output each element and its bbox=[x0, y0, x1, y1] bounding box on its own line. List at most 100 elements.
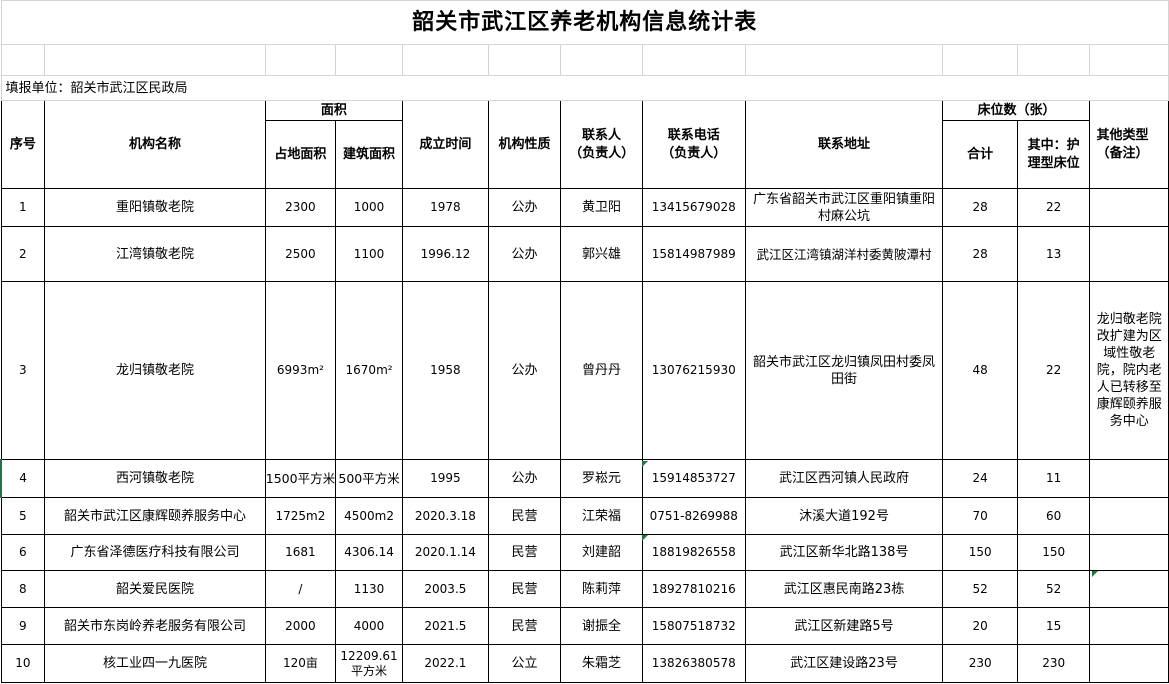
cell-founded[interactable]: 1995 bbox=[402, 459, 489, 498]
cell-nursing[interactable]: 60 bbox=[1016, 497, 1091, 535]
cell-address[interactable]: 武江区江湾镇湖洋村委黄陂潭村 bbox=[744, 226, 944, 282]
cell-seq[interactable]: 3 bbox=[0, 281, 46, 460]
cell-seq[interactable]: 5 bbox=[0, 497, 46, 535]
header-nature[interactable]: 机构性质 bbox=[487, 100, 562, 189]
cell-beds[interactable]: 48 bbox=[942, 281, 1018, 460]
cell-name[interactable]: 韶关爱民医院 bbox=[44, 570, 266, 608]
cell-seq[interactable]: 1 bbox=[0, 188, 46, 227]
cell-building[interactable]: 12209.61平方米 bbox=[335, 644, 404, 683]
header-beds-nursing[interactable]: 其中：护理型床位 bbox=[1016, 120, 1091, 189]
cell-land[interactable]: 1681 bbox=[264, 534, 337, 571]
cell-land[interactable]: / bbox=[264, 570, 337, 608]
cell-name[interactable]: 重阳镇敬老院 bbox=[44, 188, 266, 227]
cell-building[interactable]: 1100 bbox=[335, 226, 404, 282]
cell-beds[interactable]: 28 bbox=[942, 226, 1018, 282]
empty-cell[interactable] bbox=[641, 44, 746, 76]
cell-building[interactable]: 500平方米 bbox=[335, 459, 404, 498]
cell-nursing[interactable]: 15 bbox=[1016, 607, 1091, 645]
header-other[interactable]: 其他类型（备注） bbox=[1089, 100, 1169, 189]
cell-beds[interactable]: 20 bbox=[942, 607, 1018, 645]
cell-address[interactable]: 沐溪大道192号 bbox=[744, 497, 944, 535]
cell-land[interactable]: 2500 bbox=[264, 226, 337, 282]
cell-land[interactable]: 1725m2 bbox=[264, 497, 337, 535]
cell-founded[interactable]: 1996.12 bbox=[402, 226, 489, 282]
cell-seq[interactable]: 4 bbox=[0, 459, 46, 498]
cell-founded[interactable]: 2021.5 bbox=[402, 607, 489, 645]
cell-beds[interactable]: 52 bbox=[942, 570, 1018, 608]
cell-founded[interactable]: 2020.1.14 bbox=[402, 534, 489, 571]
cell-nature[interactable]: 公办 bbox=[487, 188, 562, 227]
header-land-area[interactable]: 占地面积 bbox=[264, 120, 337, 189]
cell-phone[interactable]: 15814987989 bbox=[641, 226, 746, 282]
cell-contact[interactable]: 黄卫阳 bbox=[560, 188, 643, 227]
cell-seq[interactable]: 9 bbox=[0, 607, 46, 645]
cell-note[interactable] bbox=[1089, 497, 1169, 535]
empty-cell[interactable] bbox=[487, 44, 562, 76]
cell-nature[interactable]: 民营 bbox=[487, 497, 562, 535]
cell-nursing[interactable]: 230 bbox=[1016, 644, 1091, 683]
cell-nature[interactable]: 民营 bbox=[487, 534, 562, 571]
cell-land[interactable]: 1500平方米 bbox=[264, 459, 337, 498]
cell-land[interactable]: 120亩 bbox=[264, 644, 337, 683]
cell-founded[interactable]: 1958 bbox=[402, 281, 489, 460]
cell-nursing[interactable]: 22 bbox=[1016, 188, 1091, 227]
cell-address[interactable]: 韶关市武江区龙归镇凤田村委凤田街 bbox=[744, 281, 944, 460]
reporting-unit[interactable]: 填报单位：韶关市武江区民政局 bbox=[0, 75, 1169, 101]
header-seq[interactable]: 序号 bbox=[0, 100, 46, 189]
cell-note[interactable] bbox=[1089, 226, 1169, 282]
cell-contact[interactable]: 谢振全 bbox=[560, 607, 643, 645]
empty-cell[interactable] bbox=[560, 44, 643, 76]
cell-building[interactable]: 1670m² bbox=[335, 281, 404, 460]
cell-name[interactable]: 西河镇敬老院 bbox=[44, 459, 266, 498]
empty-cell[interactable] bbox=[1016, 44, 1091, 76]
header-address[interactable]: 联系地址 bbox=[744, 100, 944, 189]
cell-beds[interactable]: 28 bbox=[942, 188, 1018, 227]
cell-nursing[interactable]: 150 bbox=[1016, 534, 1091, 571]
header-phone[interactable]: 联系电话（负责人） bbox=[641, 100, 746, 189]
header-contact[interactable]: 联系人（负责人） bbox=[560, 100, 643, 189]
cell-beds[interactable]: 230 bbox=[942, 644, 1018, 683]
comment-marker-icon[interactable] bbox=[642, 535, 648, 541]
cell-phone[interactable]: 13826380578 bbox=[641, 644, 746, 683]
cell-note[interactable] bbox=[1089, 534, 1169, 571]
cell-name[interactable]: 江湾镇敬老院 bbox=[44, 226, 266, 282]
cell-building[interactable]: 4306.14 bbox=[335, 534, 404, 571]
cell-building[interactable]: 1130 bbox=[335, 570, 404, 608]
cell-beds[interactable]: 150 bbox=[942, 534, 1018, 571]
empty-cell[interactable] bbox=[335, 44, 404, 76]
cell-nature[interactable]: 民营 bbox=[487, 570, 562, 608]
cell-seq[interactable]: 2 bbox=[0, 226, 46, 282]
page-title[interactable]: 韶关市武江区养老机构信息统计表 bbox=[0, 0, 1169, 45]
cell-note[interactable] bbox=[1089, 459, 1169, 498]
empty-cell[interactable] bbox=[402, 44, 489, 76]
header-founded[interactable]: 成立时间 bbox=[402, 100, 489, 189]
cell-contact[interactable]: 江荣福 bbox=[560, 497, 643, 535]
cell-note[interactable] bbox=[1089, 570, 1169, 608]
empty-cell[interactable] bbox=[264, 44, 337, 76]
cell-note[interactable] bbox=[1089, 607, 1169, 645]
cell-name[interactable]: 核工业四一九医院 bbox=[44, 644, 266, 683]
empty-cell[interactable] bbox=[744, 44, 944, 76]
empty-cell[interactable] bbox=[0, 44, 46, 76]
cell-contact[interactable]: 陈莉萍 bbox=[560, 570, 643, 608]
cell-nature[interactable]: 公立 bbox=[487, 644, 562, 683]
cell-address[interactable]: 武江区建设路23号 bbox=[744, 644, 944, 683]
cell-building[interactable]: 4500m2 bbox=[335, 497, 404, 535]
empty-cell[interactable] bbox=[44, 44, 266, 76]
cell-name[interactable]: 韶关市武江区康辉颐养服务中心 bbox=[44, 497, 266, 535]
cell-land[interactable]: 2300 bbox=[264, 188, 337, 227]
cell-contact[interactable]: 罗崧元 bbox=[560, 459, 643, 498]
cell-phone[interactable]: 0751-8269988 bbox=[641, 497, 746, 535]
header-area-group[interactable]: 面积 bbox=[264, 100, 404, 121]
cell-address[interactable]: 武江区新建路5号 bbox=[744, 607, 944, 645]
cell-founded[interactable]: 2020.3.18 bbox=[402, 497, 489, 535]
cell-address[interactable]: 武江区西河镇人民政府 bbox=[744, 459, 944, 498]
header-beds-total[interactable]: 合计 bbox=[942, 120, 1018, 189]
cell-nursing[interactable]: 52 bbox=[1016, 570, 1091, 608]
cell-address[interactable]: 武江区新华北路138号 bbox=[744, 534, 944, 571]
cell-phone[interactable]: 15914853727 bbox=[641, 459, 746, 498]
cell-founded[interactable]: 1978 bbox=[402, 188, 489, 227]
cell-nature[interactable]: 公办 bbox=[487, 459, 562, 498]
cell-phone[interactable]: 15807518732 bbox=[641, 607, 746, 645]
cell-beds[interactable]: 70 bbox=[942, 497, 1018, 535]
